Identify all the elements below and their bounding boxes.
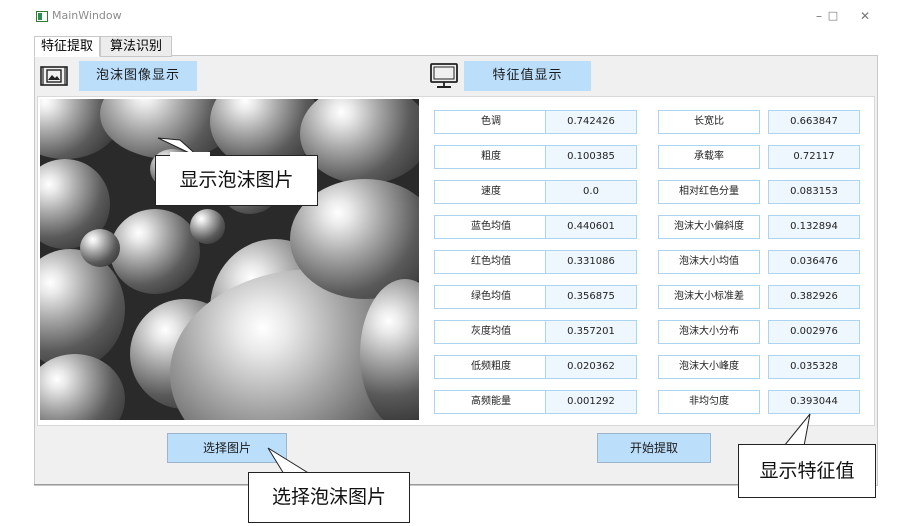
feature-value: 0.100385 bbox=[545, 145, 637, 169]
feature-label: 绿色均值 bbox=[434, 285, 548, 309]
feature-value: 0.0 bbox=[545, 180, 637, 204]
feature-value: 0.036476 bbox=[768, 250, 860, 274]
callout-select-image: 选择泡沫图片 bbox=[248, 472, 410, 523]
feature-label: 色调 bbox=[434, 110, 548, 134]
feature-label: 灰度均值 bbox=[434, 320, 548, 344]
feature-label: 承载率 bbox=[658, 145, 760, 169]
feature-label: 低频粗度 bbox=[434, 355, 548, 379]
feature-label: 泡沫大小分布 bbox=[658, 320, 760, 344]
feature-label: 相对红色分量 bbox=[658, 180, 760, 204]
feature-label: 泡沫大小均值 bbox=[658, 250, 760, 274]
feature-label: 泡沫大小偏斜度 bbox=[658, 215, 760, 239]
feature-value: 0.742426 bbox=[545, 110, 637, 134]
feature-value: 0.72117 bbox=[768, 145, 860, 169]
feature-value: 0.035328 bbox=[768, 355, 860, 379]
feature-panel-title: 特征值显示 bbox=[464, 61, 591, 91]
callout-gap bbox=[170, 152, 210, 156]
feature-value: 0.382926 bbox=[768, 285, 860, 309]
feature-label: 红色均值 bbox=[434, 250, 548, 274]
window-title: MainWindow bbox=[52, 9, 122, 22]
image-frame-icon bbox=[40, 66, 68, 86]
feature-value: 0.132894 bbox=[768, 215, 860, 239]
feature-value: 0.331086 bbox=[545, 250, 637, 274]
feature-label: 泡沫大小标准差 bbox=[658, 285, 760, 309]
feature-label: 长宽比 bbox=[658, 110, 760, 134]
feature-label: 蓝色均值 bbox=[434, 215, 548, 239]
tab-algorithm-recognition[interactable]: 算法识别 bbox=[100, 36, 172, 57]
feature-label: 高频能量 bbox=[434, 390, 548, 414]
tab-feature-extraction[interactable]: 特征提取 bbox=[34, 36, 100, 57]
feature-value: 0.001292 bbox=[545, 390, 637, 414]
callout-show-features: 显示特征值 bbox=[738, 444, 876, 498]
feature-value: 0.083153 bbox=[768, 180, 860, 204]
feature-label: 粗度 bbox=[434, 145, 548, 169]
monitor-icon bbox=[429, 62, 459, 90]
feature-label: 速度 bbox=[434, 180, 548, 204]
foam-image bbox=[40, 99, 419, 420]
feature-value: 0.356875 bbox=[545, 285, 637, 309]
maximize-button[interactable]: □ bbox=[818, 6, 848, 26]
feature-label: 非均匀度 bbox=[658, 390, 760, 414]
feature-value: 0.440601 bbox=[545, 215, 637, 239]
feature-label: 泡沫大小峰度 bbox=[658, 355, 760, 379]
feature-value: 0.663847 bbox=[768, 110, 860, 134]
app-icon bbox=[36, 11, 48, 22]
close-button[interactable]: ✕ bbox=[850, 6, 880, 26]
feature-value: 0.357201 bbox=[545, 320, 637, 344]
feature-value: 0.002976 bbox=[768, 320, 860, 344]
title-bar bbox=[0, 0, 903, 32]
start-extract-button[interactable]: 开始提取 bbox=[597, 433, 711, 463]
image-panel-title: 泡沫图像显示 bbox=[79, 61, 197, 91]
feature-value: 0.020362 bbox=[545, 355, 637, 379]
callout-show-image: 显示泡沫图片 bbox=[155, 155, 318, 206]
